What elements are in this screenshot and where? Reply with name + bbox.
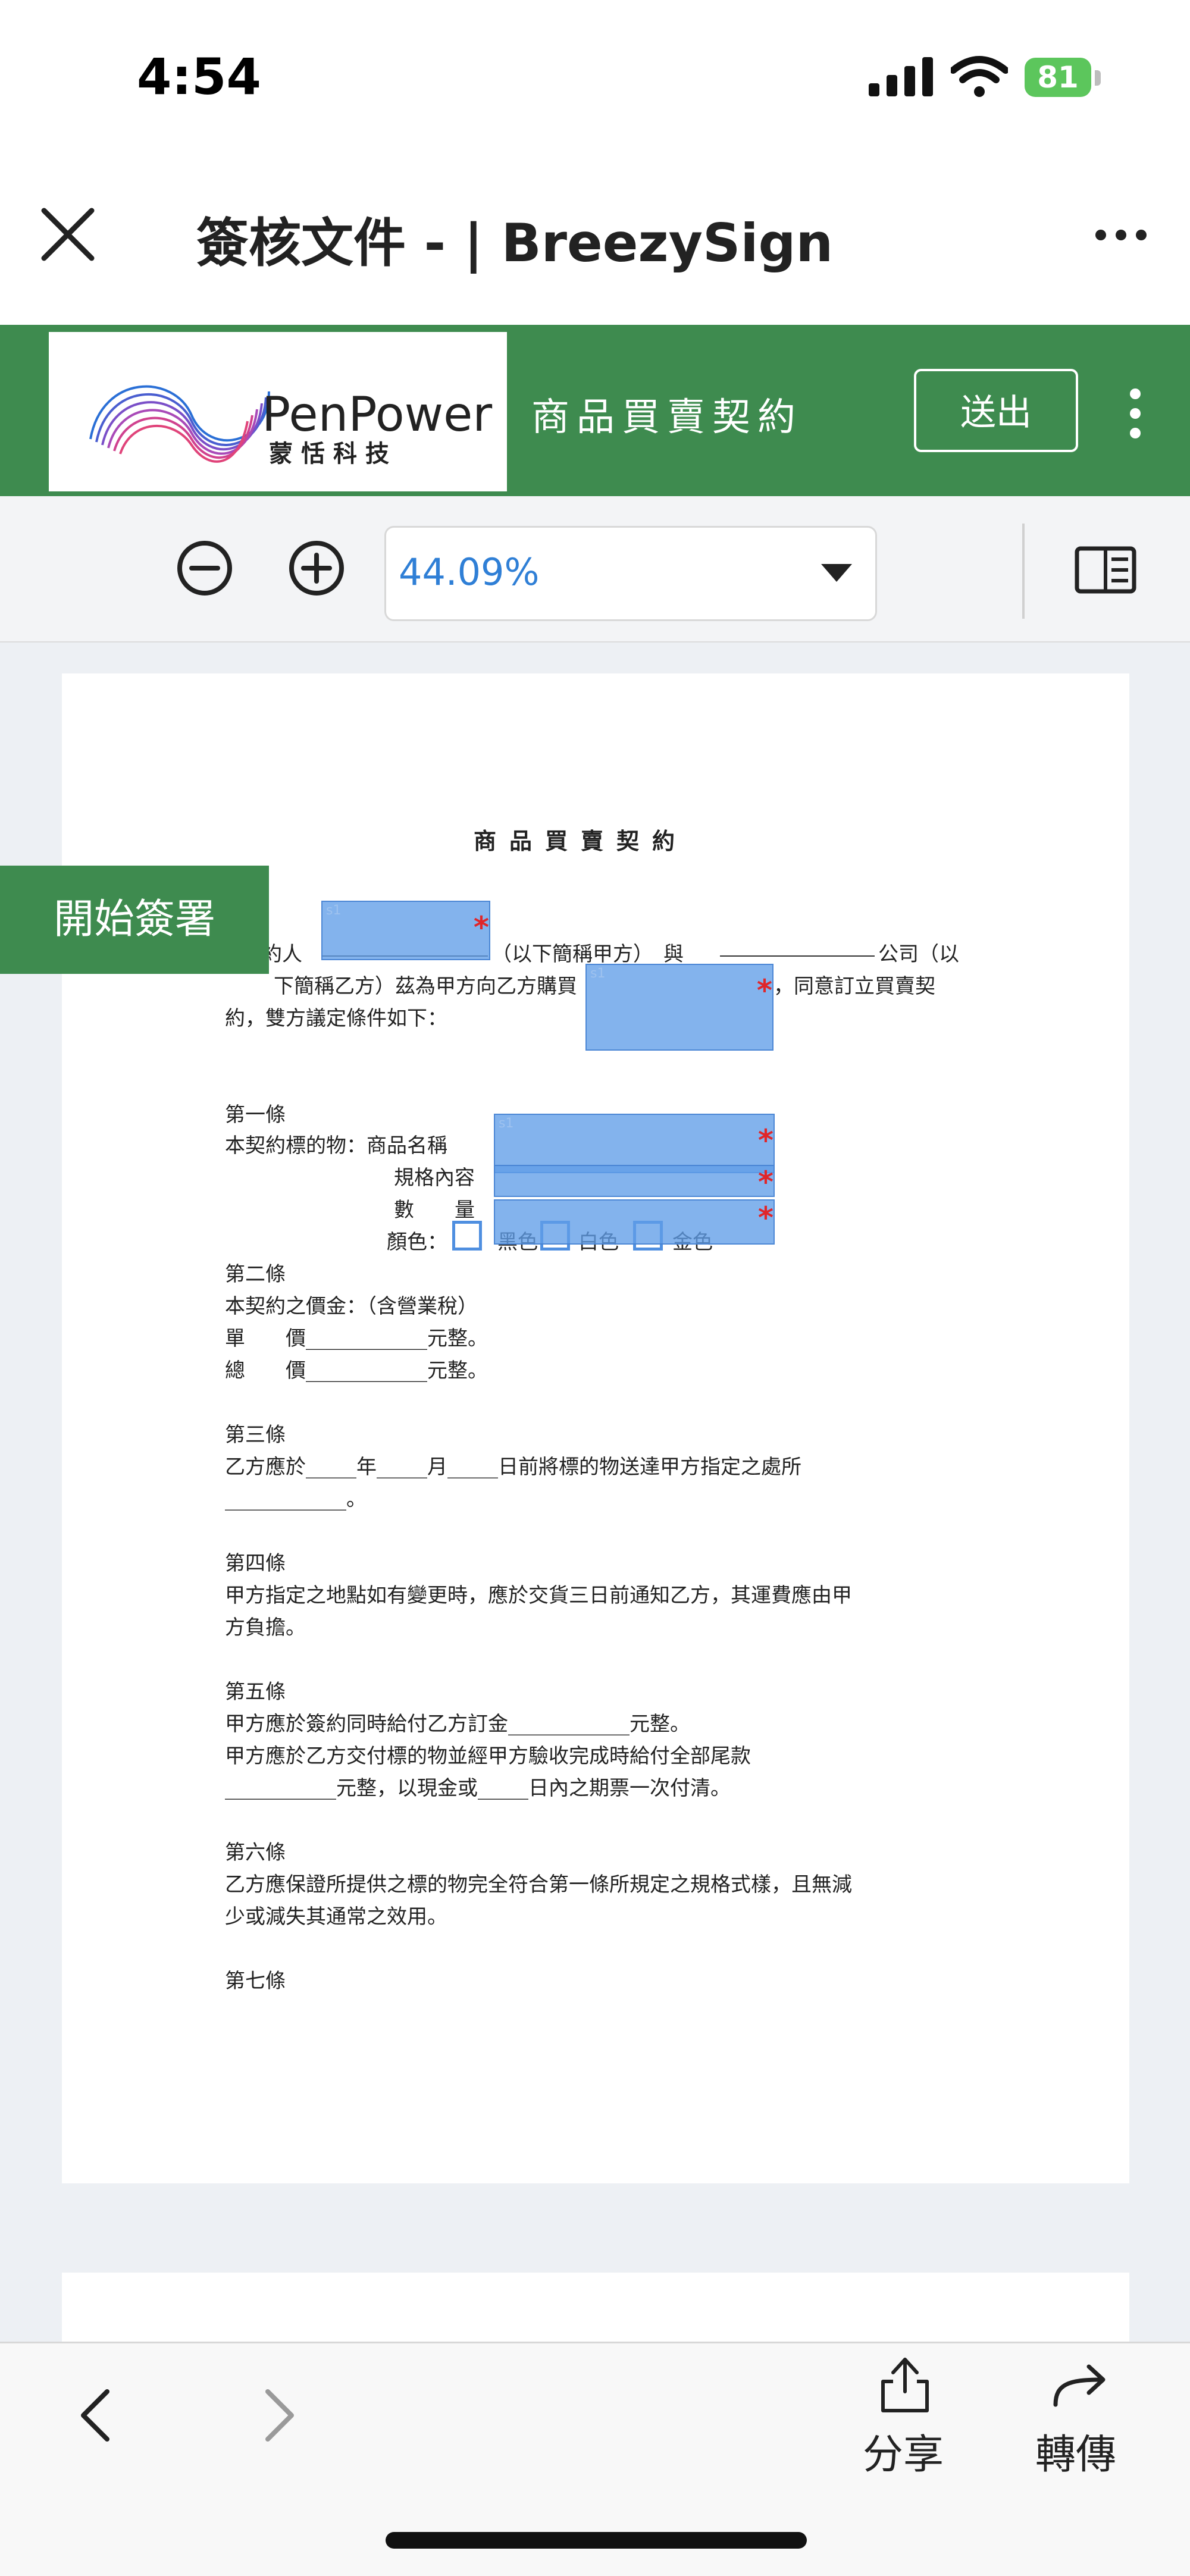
doc-line: 數 量 xyxy=(394,1198,475,1222)
send-button[interactable]: 送出 xyxy=(914,369,1078,452)
zoom-value: 44.09% xyxy=(399,550,540,594)
toolbar-divider xyxy=(1022,524,1025,619)
required-mark: * xyxy=(473,910,489,945)
sidebar-toggle-icon[interactable] xyxy=(1075,546,1136,594)
field-id: s1 xyxy=(590,966,606,981)
cellular-signal-icon xyxy=(869,57,933,96)
doc-line: 第六條 xyxy=(225,1841,286,1864)
doc-line: 第七條 xyxy=(225,1969,286,1993)
required-mark: * xyxy=(757,1201,774,1235)
doc-line: 公司（以 xyxy=(878,942,959,966)
product-name-field[interactable]: s1 * xyxy=(494,1114,775,1173)
chevron-down-icon[interactable] xyxy=(821,564,852,582)
forward-icon[interactable] xyxy=(1051,2362,1110,2409)
required-mark: * xyxy=(756,973,772,1008)
kebab-menu-icon[interactable] xyxy=(1128,387,1142,440)
home-indicator[interactable] xyxy=(386,2532,807,2549)
doc-line: 第四條 xyxy=(225,1552,286,1575)
doc-line: 下簡稱乙方）茲為甲方向乙方購買 xyxy=(274,974,577,998)
doc-line: 本契約標的物：商品名稱 xyxy=(225,1134,447,1158)
logo-subtext: 蒙恬科技 xyxy=(269,440,397,468)
quantity-field[interactable]: * xyxy=(494,1199,775,1245)
wifi-icon xyxy=(951,56,1008,97)
battery-level: 81 xyxy=(1025,58,1091,97)
spec-content-field[interactable]: * xyxy=(494,1165,775,1197)
doc-line: 顏色： xyxy=(387,1230,447,1254)
share-icon[interactable] xyxy=(878,2355,932,2414)
doc-line: 第二條 xyxy=(225,1262,286,1286)
doc-line: 甲方指定之地點如有變更時，應於交貨三日前通知乙方，其運費應由甲 xyxy=(225,1584,852,1607)
doc-line: 少或減失其通常之效用。 xyxy=(225,1905,447,1929)
party-a-signature-field[interactable]: s1 * xyxy=(321,901,490,960)
required-mark: * xyxy=(757,1165,774,1199)
zoom-in-icon[interactable] xyxy=(287,538,346,598)
document-title: 商品買賣契約 xyxy=(474,828,688,854)
doc-line: 甲方應於簽約同時給付乙方訂金____________元整。 xyxy=(225,1712,690,1736)
field-id: s1 xyxy=(326,903,342,918)
doc-line: ___________元整，以現金或_____日內之期票一次付清。 xyxy=(225,1776,731,1800)
field-id: s1 xyxy=(499,1116,514,1131)
required-mark: * xyxy=(757,1123,774,1158)
doc-line: 第五條 xyxy=(225,1680,286,1704)
doc-line: 約，雙方議定條件如下： xyxy=(225,1007,447,1030)
document-name: 商品買賣契約 xyxy=(531,396,803,440)
battery-icon xyxy=(1095,70,1101,86)
page-title: 簽核文件 - | BreezySign xyxy=(196,212,834,274)
doc-line: ，同意訂立買賣契 xyxy=(774,974,935,998)
doc-line: 方負擔。 xyxy=(225,1616,306,1640)
start-signing-button[interactable]: 開始簽署 xyxy=(0,866,269,974)
status-time: 4:54 xyxy=(137,48,261,106)
doc-line: 甲方應於乙方交付標的物並經甲方驗收完成時給付全部尾款 xyxy=(225,1744,751,1768)
doc-line: ____________。 xyxy=(225,1487,367,1511)
doc-line: 乙方應於_____年_____月_____日前將標的物送達甲方指定之處所 xyxy=(225,1455,801,1479)
share-label[interactable]: 分享 xyxy=(863,2421,944,2480)
doc-line: （以下簡稱甲方） 與 xyxy=(491,942,684,966)
chevron-left-icon[interactable] xyxy=(71,2386,119,2445)
close-icon[interactable] xyxy=(36,202,100,267)
color-black-checkbox[interactable] xyxy=(452,1221,482,1251)
forward-label[interactable]: 轉傳 xyxy=(1035,2421,1116,2480)
purchase-item-field[interactable]: s1 * xyxy=(585,964,774,1051)
chevron-right-icon[interactable] xyxy=(256,2386,303,2445)
doc-line: 規格內容 xyxy=(394,1166,475,1190)
doc-line: 乙方應保證所提供之標的物完全符合第一條所規定之規格式樣，且無減 xyxy=(225,1873,852,1897)
logo-swirl-icon xyxy=(89,385,270,463)
doc-line: 單 價____________元整。 xyxy=(225,1327,488,1350)
doc-line: 第三條 xyxy=(225,1423,286,1447)
doc-line: 第一條 xyxy=(225,1103,286,1127)
zoom-out-icon[interactable] xyxy=(175,538,234,598)
blank-line xyxy=(720,955,875,957)
more-options-icon[interactable] xyxy=(1095,220,1147,250)
doc-line: 總 價____________元整。 xyxy=(225,1359,488,1383)
doc-line: 本契約之價金：（含營業稅） xyxy=(225,1295,478,1318)
